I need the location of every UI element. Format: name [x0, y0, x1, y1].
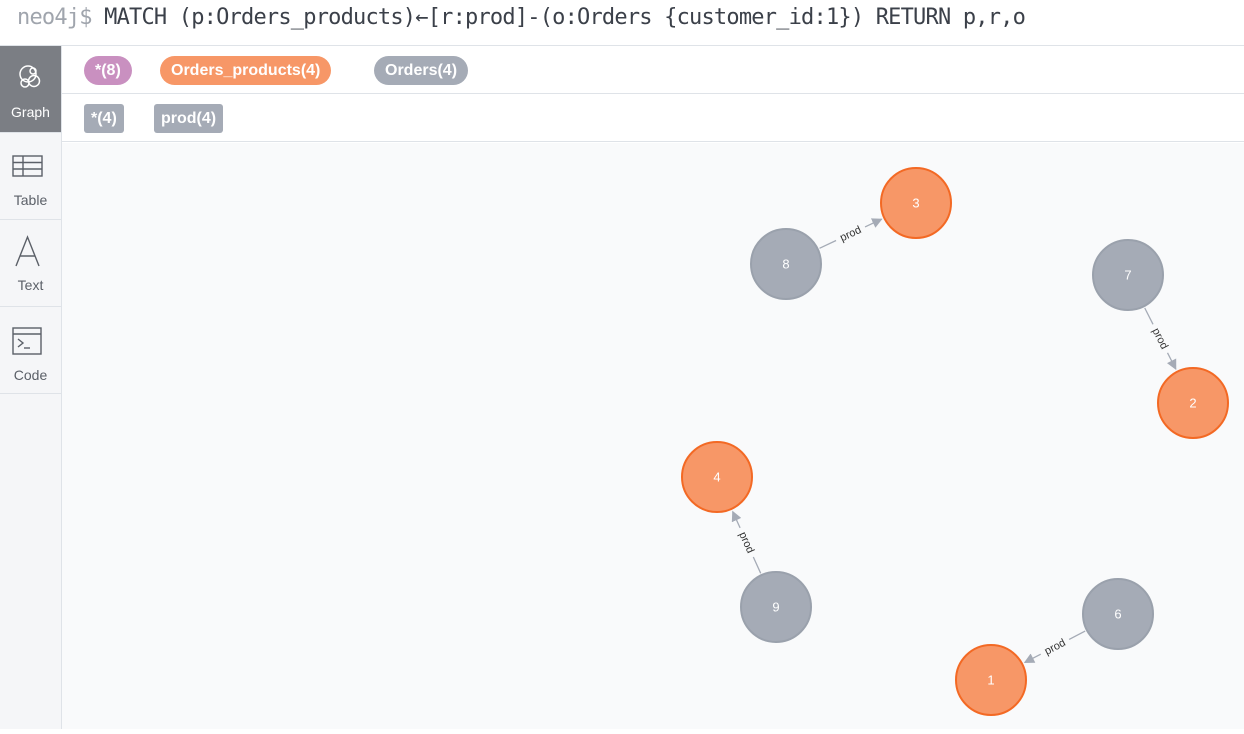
node-orders-products[interactable]: 4: [681, 441, 753, 513]
node-id-label: 3: [912, 196, 919, 211]
relationship-line: [819, 239, 837, 249]
relationship-prod[interactable]: prod: [1144, 307, 1177, 371]
graph-svg[interactable]: prod prod prod prod 3 8 7 2 4 9 6 1: [62, 143, 1244, 729]
sidebar-item-label: Graph: [11, 104, 50, 120]
graph-canvas[interactable]: prod prod prod prod 3 8 7 2 4 9 6 1: [62, 143, 1244, 729]
sidebar-item-graph[interactable]: Graph: [0, 46, 61, 133]
sidebar-item-code[interactable]: Code: [0, 307, 61, 394]
command-bar[interactable]: neo4j$ MATCH (p:Orders_products)←[r:prod…: [0, 0, 1244, 46]
relationship-type-legend: *(4) prod(4): [62, 94, 1244, 142]
sidebar-item-text[interactable]: Text: [0, 220, 61, 307]
relationship-line: [752, 556, 762, 574]
node-id-label: 6: [1114, 607, 1121, 622]
legend-pill-orders-products[interactable]: Orders_products(4): [160, 56, 332, 85]
text-icon: [15, 235, 40, 267]
legend-tag-prod[interactable]: prod(4): [154, 104, 224, 133]
relationship-arrow: [864, 218, 883, 228]
node-orders[interactable]: 7: [1092, 239, 1164, 311]
node-id-label: 8: [782, 257, 789, 272]
node-id-label: 4: [713, 470, 720, 485]
sidebar-item-label: Code: [13, 367, 48, 383]
node-id-label: 1: [987, 673, 994, 688]
sidebar-item-table[interactable]: Table: [0, 133, 61, 220]
relationship-line: [1068, 630, 1086, 640]
relationship-prod[interactable]: prod: [819, 218, 883, 249]
command-query: MATCH (p:Orders_products)←[r:prod]-(o:Or…: [104, 5, 1026, 30]
node-orders[interactable]: 6: [1082, 578, 1154, 650]
command-prompt: neo4j$: [17, 5, 92, 30]
legend-pill-orders[interactable]: Orders(4): [374, 56, 469, 85]
node-orders-products[interactable]: 2: [1157, 367, 1229, 439]
legend-tag-all-relationships[interactable]: *(4): [84, 104, 124, 133]
relationship-prod[interactable]: prod: [1023, 630, 1086, 664]
legend-pill-all-nodes[interactable]: *(8): [84, 56, 132, 85]
node-orders[interactable]: 8: [750, 228, 822, 300]
relationship-label: prod: [1149, 326, 1170, 351]
graph-icon: [19, 65, 41, 88]
relationship-label: prod: [1043, 637, 1068, 658]
node-orders-products[interactable]: 3: [880, 167, 952, 239]
view-sidebar: Graph Table Text Code: [0, 46, 62, 729]
sidebar-item-label: Table: [13, 192, 48, 208]
relationship-arrow: [1166, 352, 1177, 371]
relationship-arrow: [731, 510, 742, 529]
relationship-prod[interactable]: prod: [731, 510, 762, 574]
node-label-legend: *(8) Orders_products(4) Orders(4): [62, 46, 1244, 94]
table-icon: [12, 155, 43, 177]
code-icon: [12, 327, 42, 355]
node-orders[interactable]: 9: [740, 571, 812, 643]
relationship-label: prod: [736, 530, 756, 555]
node-id-label: 7: [1124, 268, 1131, 283]
node-orders-products[interactable]: 1: [955, 644, 1027, 716]
relationship-label: prod: [838, 224, 863, 244]
relationship-line: [1144, 307, 1154, 325]
node-id-label: 9: [772, 600, 779, 615]
node-id-label: 2: [1189, 396, 1196, 411]
sidebar-item-label: Text: [17, 277, 44, 293]
relationship-arrow: [1023, 653, 1042, 664]
command-text[interactable]: neo4j$ MATCH (p:Orders_products)←[r:prod…: [17, 5, 1026, 30]
